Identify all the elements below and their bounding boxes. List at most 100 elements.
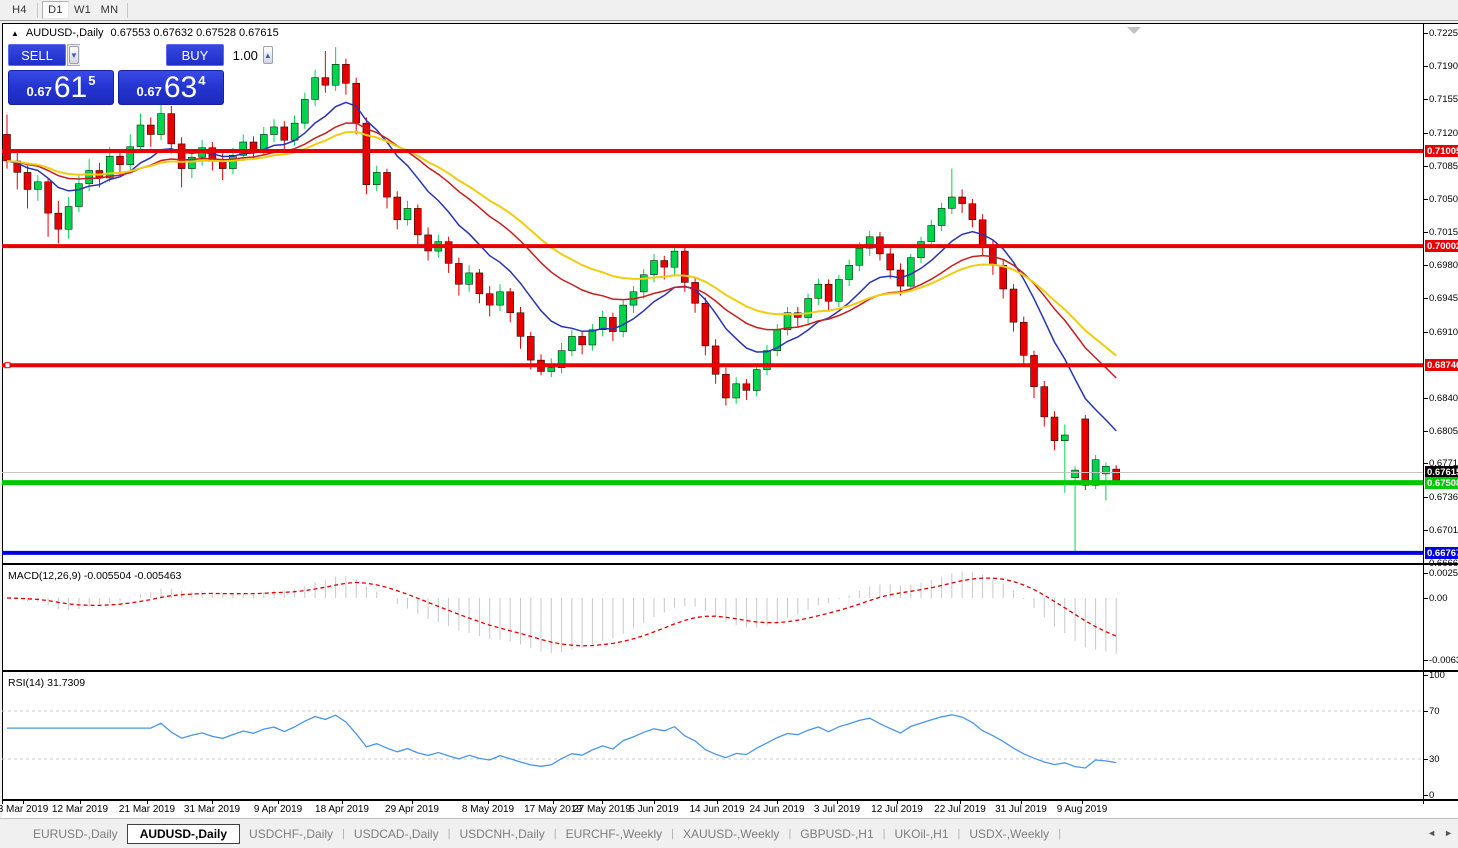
volume-spinner: ▼ ▲ [67,44,273,66]
tab-audusd-daily[interactable]: AUDUSD-,Daily [126,823,241,844]
price-tick-mark [1423,99,1428,100]
price-tick-mark [1423,265,1428,266]
price-tick-mark [1423,232,1428,233]
price-tick-label: 0.71900 [1429,61,1458,72]
buy-price-pip: 4 [198,73,206,88]
tab-usdchf-daily[interactable]: USDCHF-,Daily [240,825,342,843]
tab-xauusd-weekly[interactable]: XAUUSD-,Weekly [674,825,788,843]
price-tick-label: 0.71550 [1429,94,1458,105]
price-tag: 0.70002 [1425,240,1458,252]
price-tick-label: 0.68050 [1429,426,1458,437]
tab-separator: | [1058,827,1062,840]
one-click-trading-panel: SELL ▼ ▲ BUY 0.67 61 5 0.67 63 4 [8,44,273,106]
date-label: 9 Aug 2019 [1056,804,1108,815]
sell-price-big: 61 [53,70,88,104]
macd-tick-label: -0.00632 [1429,655,1458,666]
timeframe-toolbar: H4 D1 W1 MN [0,0,1458,21]
pane-divider[interactable] [2,799,1458,801]
chart-shift-marker-icon[interactable] [1127,27,1141,34]
price-tick-mark [1423,66,1428,67]
tab-gbpusd-h1[interactable]: GBPUSD-,H1 [791,825,882,843]
macd-tick-label: 0.00 [1429,593,1448,604]
rsi-tick-mark [1423,711,1428,712]
tab-ukoil-h1[interactable]: UKOil-,H1 [886,825,958,843]
timeframe-button-w1[interactable]: W1 [69,1,96,19]
date-label: 3 Mar 2019 [0,804,49,815]
date-label: 8 May 2019 [461,804,515,815]
date-label: 21 Mar 2019 [118,804,176,815]
rsi-tick-mark [1423,759,1428,760]
date-label: 27 May 2019 [573,804,631,815]
date-label: 3 Jul 2019 [813,804,861,815]
macd-label: MACD(12,26,9) -0.005504 -0.005463 [8,570,182,582]
price-tick-mark [1423,332,1428,333]
price-tick-label: 0.71200 [1429,128,1458,139]
price-tick-label: 0.68400 [1429,393,1458,404]
price-tick-label: 0.72250 [1429,28,1458,39]
price-tick-label: 0.69450 [1429,293,1458,304]
date-label: 9 Apr 2019 [253,804,303,815]
sell-price-prefix: 0.67 [26,84,52,99]
line-selection-handle[interactable] [4,362,11,369]
macd-pane[interactable] [2,566,1423,671]
date-label: 24 Jun 2019 [749,804,805,815]
pane-divider[interactable] [2,563,1458,565]
toolbar-separator [37,2,38,18]
tab-usdcnh-daily[interactable]: USDCNH-,Daily [450,825,553,843]
chart-symbol-label: AUDUSD-,Daily [25,27,104,39]
sell-button[interactable]: SELL [8,44,66,66]
tab-scroll-left-icon[interactable]: ◄ [1427,828,1436,838]
price-tag: 0.71005 [1425,145,1458,157]
rsi-tick-label: 100 [1429,670,1445,681]
price-tick-label: 0.70850 [1429,161,1458,172]
price-tick-mark [1423,133,1428,134]
tab-usdcad-daily[interactable]: USDCAD-,Daily [345,825,448,843]
date-label: 31 Jul 2019 [995,804,1047,815]
price-axis-divider [1423,24,1424,804]
date-label: 22 Jul 2019 [934,804,986,815]
toolbar-separator [127,2,128,18]
buy-button[interactable]: BUY [166,44,224,66]
macd-tick-label: 0.002574 [1429,568,1458,579]
tab-eurchf-weekly[interactable]: EURCHF-,Weekly [557,825,671,843]
price-tick-mark [1423,298,1428,299]
volume-decrease-button[interactable]: ▼ [69,46,79,64]
price-tick-mark [1423,166,1428,167]
price-tick-mark [1423,431,1428,432]
date-label: 18 Apr 2019 [315,804,369,815]
date-label: 29 Apr 2019 [385,804,439,815]
chart-title: ▲ AUDUSD-,Daily 0.67553 0.67632 0.67528 … [11,27,279,39]
candlesticks [3,47,1120,553]
price-tick-mark [1423,563,1428,564]
tab-eurusd-daily[interactable]: EURUSD-,Daily [24,825,127,843]
rsi-tick-mark [1423,795,1428,796]
date-label: 31 Mar 2019 [183,804,241,815]
price-tick-label: 0.69100 [1429,327,1458,338]
timeframe-button-d1[interactable]: D1 [42,1,69,19]
pane-divider[interactable] [2,670,1458,672]
buy-price-prefix: 0.67 [136,84,162,99]
price-tick-mark [1423,463,1428,464]
price-tick-label: 0.67010 [1429,525,1458,536]
rsi-tick-label: 30 [1429,754,1440,765]
rsi-label: RSI(14) 31.7309 [8,677,86,689]
rsi-tick-label: 70 [1429,706,1440,717]
buy-price-display[interactable]: 0.67 63 4 [118,70,224,105]
chevron-down-icon: ▼ [70,50,78,60]
price-tick-mark [1423,33,1428,34]
price-tick-mark [1423,530,1428,531]
rsi-tick-label: 0 [1429,790,1435,801]
rsi-pane[interactable] [2,673,1423,799]
date-label: 5 Jun 2019 [629,804,679,815]
tab-scroll-right-icon[interactable]: ► [1444,828,1453,838]
rsi-tick-mark [1423,675,1428,676]
price-tag: 0.68746 [1425,359,1458,371]
volume-increase-button[interactable]: ▲ [262,46,273,64]
chart-ohlc-label: 0.67553 0.67632 0.67528 0.67615 [110,27,279,39]
timeframe-button-h4[interactable]: H4 [6,1,33,19]
timeframe-button-mn[interactable]: MN [96,1,123,19]
sell-price-display[interactable]: 0.67 61 5 [8,70,114,105]
tab-usdx-weekly[interactable]: USDX-,Weekly [960,825,1058,843]
title-arrow-icon: ▲ [11,28,19,38]
price-tick-mark [1423,497,1428,498]
